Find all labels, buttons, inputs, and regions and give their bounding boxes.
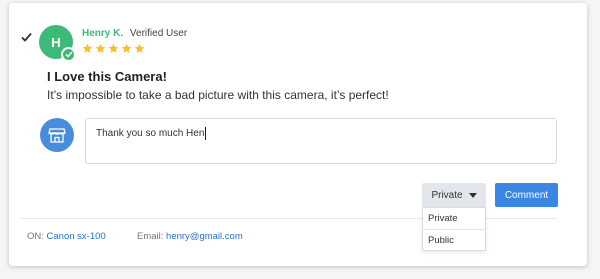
author-name: Henry K. (82, 28, 124, 39)
privacy-option-public[interactable]: Public (423, 229, 485, 250)
review-body: It’s impossible to take a bad picture wi… (47, 88, 389, 102)
reply-text: Thank you so much Hen (96, 128, 205, 139)
product-info: ON: Canon sx-100 (27, 231, 106, 242)
email-link[interactable]: henry@gmail.com (166, 231, 243, 242)
star-icon (108, 43, 119, 53)
privacy-dropdown-menu: Private Public (422, 207, 486, 251)
store-avatar (40, 118, 74, 152)
star-icon (95, 43, 106, 53)
star-icon (134, 43, 145, 53)
author-initial: H (51, 34, 61, 50)
checkmark-icon (20, 32, 32, 42)
select-checkbox[interactable] (20, 31, 32, 43)
product-link[interactable]: Canon sx-100 (47, 231, 106, 242)
privacy-option-private[interactable]: Private (423, 208, 485, 229)
star-icon (121, 43, 132, 53)
comment-button[interactable]: Comment (495, 183, 558, 207)
author-line: Henry K. Verified User (82, 28, 187, 39)
star-icon (82, 43, 93, 53)
review-card: H Henry K. Verified User I Love this Cam… (9, 3, 587, 266)
review-title: I Love this Camera! (47, 69, 167, 84)
email-info: Email: henry@gmail.com (137, 231, 243, 242)
privacy-selected-value: Private (431, 189, 463, 201)
text-cursor (205, 127, 207, 140)
product-label: ON: (27, 231, 44, 242)
email-label: Email: (137, 231, 164, 242)
star-rating (82, 43, 145, 54)
caret-down-icon (468, 192, 477, 198)
storefront-icon (48, 128, 66, 143)
verified-check-icon (61, 47, 76, 62)
privacy-select[interactable]: Private (422, 183, 486, 207)
author-status: Verified User (129, 28, 188, 39)
reply-input[interactable]: Thank you so much Hen (85, 118, 557, 164)
